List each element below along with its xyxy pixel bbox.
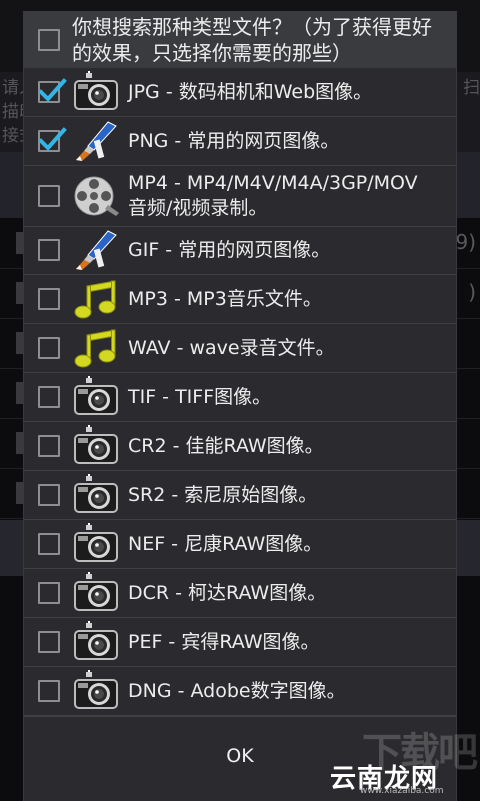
file-type-label: GIF - 常用的网页图像。 <box>128 239 331 261</box>
file-type-label: DCR - 柯达RAW图像。 <box>128 582 327 604</box>
file-type-checkbox[interactable] <box>38 337 60 359</box>
camera-icon <box>72 523 120 565</box>
file-type-dialog: 你想搜索那种类型文件？（为了获得更好 的效果，只选择你需要的那些） JPG - … <box>24 12 456 801</box>
file-type-row[interactable]: NEF - 尼康RAW图像。 <box>24 520 456 569</box>
file-type-row[interactable]: MP4 - MP4/M4V/M4A/3GP/MOV 音频/视频录制。 <box>24 166 456 227</box>
file-type-label: MP3 - MP3音乐文件。 <box>128 288 322 310</box>
file-type-row[interactable]: TIF - TIFF图像。 <box>24 373 456 422</box>
file-type-row[interactable]: GIF - 常用的网页图像。 <box>24 226 456 275</box>
file-type-label: SR2 - 索尼原始图像。 <box>128 484 318 506</box>
select-all-checkbox[interactable] <box>38 29 60 51</box>
camera-icon <box>72 425 120 467</box>
camera-icon <box>72 474 120 516</box>
file-type-label: PNG - 常用的网页图像。 <box>128 130 340 152</box>
dialog-header: 你想搜索那种类型文件？（为了获得更好 的效果，只选择你需要的那些） <box>24 12 456 68</box>
paint-brush-icon <box>72 120 120 162</box>
file-type-checkbox[interactable] <box>38 78 67 103</box>
file-type-checkbox[interactable] <box>38 484 60 506</box>
file-type-checkbox[interactable] <box>38 127 67 152</box>
music-note-icon <box>72 327 120 369</box>
file-type-row[interactable]: PEF - 宾得RAW图像。 <box>24 618 456 667</box>
file-type-checkbox[interactable] <box>38 582 60 604</box>
file-type-label: JPG - 数码相机和Web图像。 <box>128 81 373 103</box>
camera-icon <box>72 572 120 614</box>
background-row-value: 9) <box>455 230 476 254</box>
file-type-checkbox[interactable] <box>38 288 60 310</box>
camera-icon <box>72 71 120 113</box>
music-note-icon <box>72 278 120 320</box>
file-type-label: MP4 - MP4/M4V/M4A/3GP/MOV 音频/视频录制。 <box>128 172 418 219</box>
file-type-label: PEF - 宾得RAW图像。 <box>128 631 320 653</box>
file-type-row[interactable]: DCR - 柯达RAW图像。 <box>24 569 456 618</box>
file-type-checkbox[interactable] <box>38 533 60 555</box>
watermark-url: www.xiazaiba.com <box>360 786 444 796</box>
file-type-row[interactable]: WAV - wave录音文件。 <box>24 324 456 373</box>
paint-brush-icon <box>72 229 120 271</box>
file-type-row[interactable]: DNG - Adobe数字图像。 <box>24 667 456 716</box>
file-type-row[interactable]: MP3 - MP3音乐文件。 <box>24 275 456 324</box>
file-type-checkbox[interactable] <box>38 386 60 408</box>
file-type-row[interactable]: SR2 - 索尼原始图像。 <box>24 471 456 520</box>
file-type-row[interactable]: PNG - 常用的网页图像。 <box>24 117 456 166</box>
file-type-label: NEF - 尼康RAW图像。 <box>128 533 323 555</box>
file-type-label: WAV - wave录音文件。 <box>128 337 335 359</box>
background-row-value: ) <box>468 280 476 304</box>
file-type-checkbox[interactable] <box>38 631 60 653</box>
file-type-label: TIF - TIFF图像。 <box>128 386 272 408</box>
camera-icon <box>72 670 120 712</box>
file-type-label: CR2 - 佳能RAW图像。 <box>128 435 324 457</box>
file-type-label: DNG - Adobe数字图像。 <box>128 680 346 702</box>
file-type-row[interactable]: JPG - 数码相机和Web图像。 <box>24 68 456 117</box>
film-reel-icon <box>72 175 120 217</box>
dialog-title: 你想搜索那种类型文件？（为了获得更好 的效果，只选择你需要的那些） <box>72 15 432 65</box>
camera-icon <box>72 621 120 663</box>
file-type-checkbox[interactable] <box>38 185 60 207</box>
file-type-row[interactable]: CR2 - 佳能RAW图像。 <box>24 422 456 471</box>
file-type-checkbox[interactable] <box>38 435 60 457</box>
background-text-right: 扫 <box>463 78 480 98</box>
file-type-checkbox[interactable] <box>38 239 60 261</box>
camera-icon <box>72 376 120 418</box>
file-type-checkbox[interactable] <box>38 680 60 702</box>
